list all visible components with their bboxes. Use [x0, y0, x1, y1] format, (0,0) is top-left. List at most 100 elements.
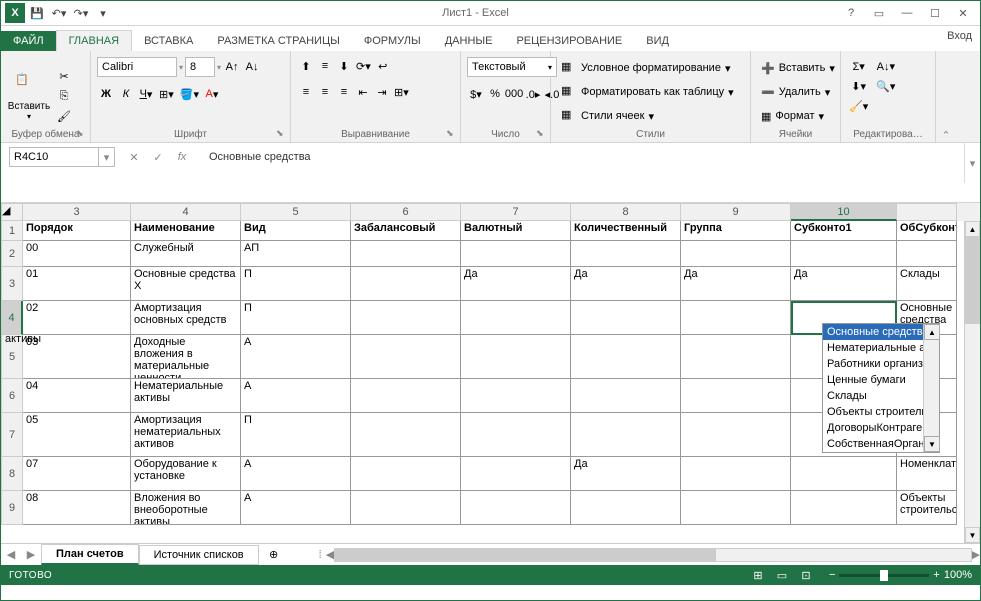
italic-button[interactable]: К [117, 85, 135, 103]
cell[interactable] [571, 335, 681, 379]
view-normal[interactable]: ⊞ [747, 567, 769, 583]
font-name-select[interactable]: Calibri [97, 57, 177, 77]
cell[interactable]: Да [571, 457, 681, 491]
vscroll-track[interactable] [965, 237, 980, 527]
cell[interactable] [681, 491, 791, 525]
dropdown-item[interactable]: Нематериальные ак [823, 340, 939, 356]
cell[interactable] [571, 241, 681, 267]
cell[interactable] [571, 413, 681, 457]
merge-cells[interactable]: ⊞▾ [392, 83, 411, 101]
shrink-font[interactable]: A↓ [243, 58, 261, 76]
col-header[interactable]: 5 [241, 203, 351, 221]
cell[interactable]: Доходные вложения в материальные ценност… [131, 335, 241, 379]
sheet-tab-active[interactable]: План счетов [41, 544, 139, 565]
header-cell[interactable]: Количественный [571, 221, 681, 241]
find-select[interactable]: 🔍▾ [874, 77, 897, 95]
view-page-layout[interactable]: ▭ [771, 567, 793, 583]
cell[interactable] [461, 301, 571, 335]
cell[interactable]: 02 [23, 301, 131, 335]
tab-home[interactable]: ГЛАВНАЯ [56, 30, 132, 51]
help-button[interactable]: ? [838, 3, 864, 23]
cell[interactable]: П [241, 267, 351, 301]
cell[interactable] [791, 491, 897, 525]
sheet-tab-other[interactable]: Источник списков [139, 545, 259, 565]
undo-button[interactable]: ↶▾ [49, 3, 69, 23]
cancel-edit[interactable]: ✕ [123, 147, 145, 167]
cell[interactable]: А [241, 379, 351, 413]
dropdown-item[interactable]: ДоговорыКонтраген [823, 420, 939, 436]
hscroll-track[interactable] [334, 548, 971, 562]
cell[interactable]: А [241, 457, 351, 491]
dropdown-item[interactable]: СобственнаяОргани [823, 436, 939, 452]
font-size-select[interactable]: 8 [185, 57, 215, 77]
format-as-table[interactable]: ▦Форматировать как таблицу▾ [557, 81, 744, 103]
inc-decimal[interactable]: .0▸ [524, 85, 542, 103]
format-painter[interactable]: 🖌 [55, 108, 73, 126]
tab-formulas[interactable]: ФОРМУЛЫ [352, 31, 433, 51]
header-cell[interactable]: Субконто1 [791, 221, 897, 241]
cell-styles[interactable]: ▦Стили ячеек▾ [557, 105, 744, 127]
cell[interactable] [681, 457, 791, 491]
cell[interactable]: Да [791, 267, 897, 301]
cell[interactable]: 08 [23, 491, 131, 525]
cell[interactable]: П [241, 301, 351, 335]
font-color[interactable]: A▾ [203, 85, 221, 103]
maximize-button[interactable]: ☐ [922, 3, 948, 23]
cell[interactable]: 00 [23, 241, 131, 267]
cell[interactable]: А [241, 335, 351, 379]
row-header[interactable]: 8 [1, 457, 23, 491]
qat-customize[interactable]: ▾ [93, 3, 113, 23]
align-left[interactable]: ≡ [297, 83, 315, 101]
copy-button[interactable]: ⎘ [55, 88, 73, 106]
header-cell[interactable]: Валютный [461, 221, 571, 241]
zoom-in[interactable]: + [933, 569, 939, 581]
name-box[interactable]: R4C10 [9, 147, 99, 167]
number-format-select[interactable]: Текстовый▾ [467, 57, 557, 77]
header-cell[interactable]: Порядок [23, 221, 131, 241]
header-cell[interactable]: Вид [241, 221, 351, 241]
fill-color[interactable]: 🪣▾ [178, 85, 201, 103]
currency[interactable]: $▾ [467, 85, 485, 103]
align-right[interactable]: ≡ [335, 83, 353, 101]
zoom-level[interactable]: 100% [944, 569, 972, 581]
fx-button[interactable]: fx [171, 147, 193, 167]
row-header[interactable]: 9 [1, 491, 23, 525]
add-sheet[interactable]: ⊕ [259, 548, 289, 561]
col-header[interactable]: 8 [571, 203, 681, 221]
cell[interactable] [681, 413, 791, 457]
zoom-slider[interactable] [839, 574, 929, 577]
cut-button[interactable]: ✂ [55, 68, 73, 86]
close-button[interactable]: ✕ [950, 3, 976, 23]
align-center[interactable]: ≡ [316, 83, 334, 101]
cell[interactable]: Нематериальные активы [131, 379, 241, 413]
formula-bar[interactable]: Основные средства [201, 147, 948, 167]
cell[interactable] [897, 241, 957, 267]
cell[interactable] [791, 457, 897, 491]
col-header[interactable]: 3 [23, 203, 131, 221]
cell[interactable] [351, 267, 461, 301]
dropdown-item[interactable]: Объекты строитель [823, 404, 939, 420]
percent[interactable]: % [486, 85, 504, 103]
sheet-nav-prev[interactable]: ◀ [1, 545, 21, 565]
dd-scroll-up[interactable]: ▲ [924, 324, 940, 340]
col-header[interactable]: 4 [131, 203, 241, 221]
col-header[interactable]: 7 [461, 203, 571, 221]
cell[interactable] [461, 379, 571, 413]
cell[interactable]: Да [681, 267, 791, 301]
clear[interactable]: 🧹▾ [847, 97, 870, 115]
indent-dec[interactable]: ⇤ [354, 83, 372, 101]
ribbon-options[interactable]: ▭ [866, 3, 892, 23]
tab-file[interactable]: ФАЙЛ [1, 31, 56, 51]
cell[interactable]: АП [241, 241, 351, 267]
cell[interactable]: Служебный [131, 241, 241, 267]
cell[interactable]: Склады [897, 267, 957, 301]
wrap-text[interactable]: ↩ [374, 57, 392, 75]
redo-button[interactable]: ↷▾ [71, 3, 91, 23]
hscroll-left[interactable]: ◀ [326, 548, 334, 561]
cell[interactable]: 05 [23, 413, 131, 457]
confirm-edit[interactable]: ✓ [147, 147, 169, 167]
tab-layout[interactable]: РАЗМЕТКА СТРАНИЦЫ [205, 31, 351, 51]
cell[interactable]: Амортизация нематериальных активов [131, 413, 241, 457]
autosum[interactable]: Σ▾ [847, 57, 870, 75]
row-header[interactable]: 4 [1, 301, 23, 335]
